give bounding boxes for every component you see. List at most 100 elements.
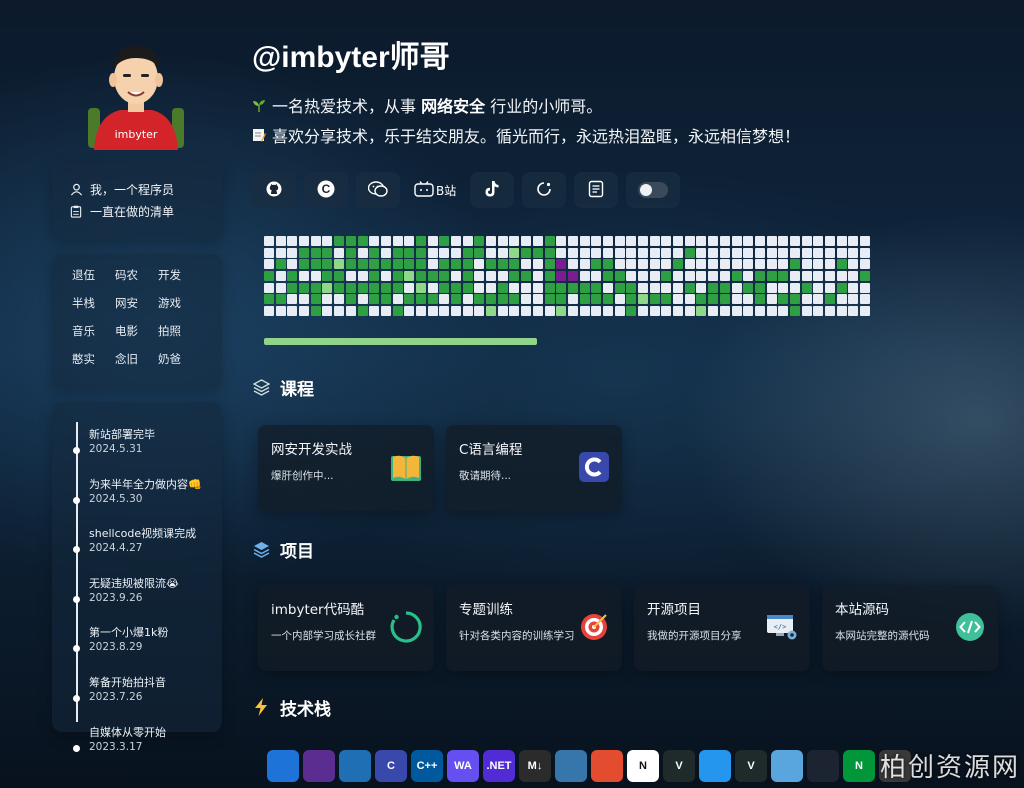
heatmap-cell	[427, 294, 438, 305]
theme-toggle[interactable]	[638, 182, 669, 198]
notion-icon[interactable]: N	[627, 750, 659, 782]
refresh-button[interactable]	[522, 172, 567, 208]
heatmap-cell	[602, 271, 613, 282]
heatmap-cell	[275, 294, 286, 305]
timeline-date: 2023.3.17	[89, 740, 143, 753]
c-icon[interactable]: C	[375, 750, 407, 782]
heatmap-cell	[462, 236, 473, 246]
sqlite-icon[interactable]	[771, 750, 803, 782]
heatmap-cell	[299, 306, 310, 317]
heatmap-cell	[544, 282, 555, 293]
heatmap-cell	[415, 236, 426, 246]
heatmap-cell	[357, 247, 368, 258]
heatmap-cell	[556, 294, 567, 305]
github-button[interactable]	[252, 172, 296, 208]
webassembly-icon[interactable]: WA	[447, 750, 479, 782]
timeline-title: 为来半年全力做内容👊	[89, 477, 202, 491]
docker-icon[interactable]	[699, 750, 731, 782]
timeline-title: shellcode视频课完成	[89, 527, 197, 541]
heatmap-cell	[427, 306, 438, 317]
heatmap-cell	[743, 282, 754, 293]
tag-item[interactable]: 憨实	[72, 350, 115, 368]
heatmap-cell	[684, 236, 695, 246]
link-todo-list[interactable]: 一直在做的清单	[68, 200, 222, 222]
project-card-opensource[interactable]: 开源项目 我做的开源项目分享 </>	[634, 585, 810, 672]
heatmap-cell	[743, 306, 754, 317]
document-button[interactable]	[574, 172, 619, 208]
heatmap-cell	[719, 294, 730, 305]
github-icon	[266, 181, 282, 200]
tag-item[interactable]: 念旧	[115, 350, 158, 368]
clipboard-icon	[68, 203, 84, 219]
bilibili-button[interactable]: B站	[408, 172, 462, 208]
visual-studio-icon[interactable]	[303, 750, 335, 782]
windows-icon[interactable]	[267, 750, 299, 782]
code-screen-icon: </>	[766, 611, 798, 643]
heatmap-cell	[275, 247, 286, 258]
course-card-c[interactable]: C语言编程 敬请期待...	[446, 425, 622, 512]
main-content: @imbyter师哥 一名热爱技术，从事 网络安全 行业的小师哥。 喜欢分享技术…	[252, 38, 1012, 720]
heatmap-cell	[509, 247, 520, 258]
heatmap-cell	[380, 259, 391, 270]
wechat-button[interactable]	[356, 172, 400, 208]
cpp-icon[interactable]: C++	[411, 750, 443, 782]
vuetify-icon[interactable]: V	[735, 750, 767, 782]
project-card-training[interactable]: 专题训练 针对各类内容的训练学习	[446, 585, 622, 672]
heatmap-cell	[544, 271, 555, 282]
heatmap-cell	[673, 247, 684, 258]
heatmap-cell	[439, 247, 450, 258]
tag-item[interactable]: 半栈	[72, 294, 115, 312]
heatmap-cell	[439, 294, 450, 305]
heatmap-cell	[708, 306, 719, 317]
course-card-netsec[interactable]: 网安开发实战 爆肝创作中...	[258, 425, 434, 512]
heatmap-cell	[544, 259, 555, 270]
nginx-icon[interactable]: N	[843, 750, 875, 782]
heatmap-cell	[743, 236, 754, 246]
heatmap-cell	[801, 236, 812, 246]
heatmap-cell	[310, 294, 321, 305]
heatmap-cell	[766, 294, 777, 305]
tag-item[interactable]: 游戏	[158, 294, 201, 312]
link-programmer[interactable]: 我，一个程序员	[68, 178, 222, 200]
heatmap-cell	[427, 282, 438, 293]
tag-item[interactable]: 音乐	[72, 322, 115, 340]
heatmap-cell	[439, 236, 450, 246]
tag-item[interactable]: 网安	[115, 294, 158, 312]
heatmap-cell	[556, 271, 567, 282]
theme-toggle-button[interactable]	[626, 172, 681, 208]
dotnet-icon[interactable]: .NET	[483, 750, 515, 782]
heatmap-cell	[813, 282, 824, 293]
project-card-codecool[interactable]: imbyter代码酷 一个内部学习成长社群	[258, 585, 434, 672]
tag-item[interactable]: 拍照	[158, 322, 201, 340]
tag-item[interactable]: 电影	[115, 322, 158, 340]
vue-icon[interactable]: V	[663, 750, 695, 782]
heatmap-cell	[427, 236, 438, 246]
douyin-button[interactable]	[470, 172, 515, 208]
markdown-icon[interactable]: M↓	[519, 750, 551, 782]
heatmap-cell	[532, 294, 543, 305]
tag-item[interactable]: 退伍	[72, 266, 115, 284]
heatmap-cell	[638, 294, 648, 305]
heatmap-cell	[860, 236, 871, 246]
vscode-icon[interactable]	[339, 750, 371, 782]
python-icon[interactable]	[555, 750, 587, 782]
heatmap-cell	[532, 306, 543, 317]
heatmap-cell	[404, 294, 415, 305]
tag-item[interactable]: 开发	[158, 266, 201, 284]
avatar-shirt-text: imbyter	[115, 128, 158, 141]
heatmap-cell	[264, 294, 274, 305]
heatmap-cell	[836, 259, 847, 270]
heatmap-cell	[392, 282, 403, 293]
tag-item[interactable]: 码农	[115, 266, 158, 284]
project-card-source[interactable]: 本站源码 本网站完整的源代码	[822, 585, 998, 672]
heatmap-cell	[544, 236, 555, 246]
git-icon[interactable]	[591, 750, 623, 782]
tag-item[interactable]: 奶爸	[158, 350, 201, 368]
timeline-title: 无疑违规被限流😭	[89, 576, 179, 590]
avatar: imbyter	[80, 38, 192, 150]
heatmap-cell	[334, 282, 345, 293]
csdn-button[interactable]: C	[304, 172, 348, 208]
wechat-icon	[367, 180, 388, 200]
mysql-icon[interactable]	[807, 750, 839, 782]
heatmap-cell	[462, 282, 473, 293]
